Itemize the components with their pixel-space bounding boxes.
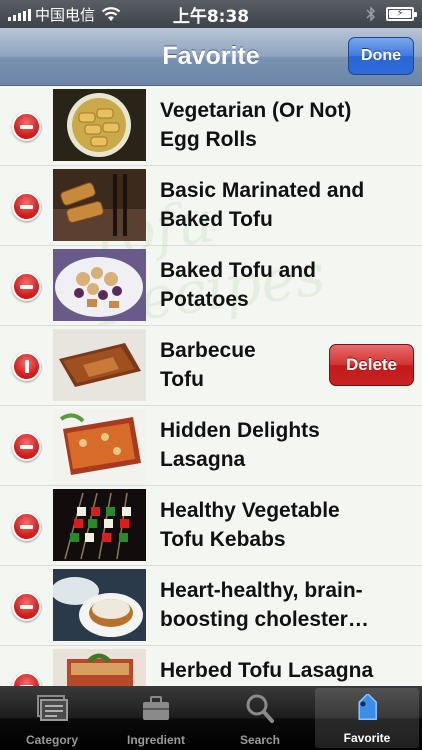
bluetooth-icon [366, 6, 375, 22]
wifi-icon [101, 7, 121, 21]
tab-label: Category [25, 733, 78, 747]
list-item[interactable]: Healthy Vegetable Tofu Kebabs [0, 486, 422, 566]
status-bar: 中国电信 上午8:38 ⚡ [0, 0, 422, 28]
delete-toggle-icon[interactable] [12, 592, 41, 621]
list-item[interactable]: Baked Tofu and Potatoes [0, 246, 422, 326]
delete-toggle-icon[interactable] [12, 112, 41, 141]
list-item[interactable]: Hidden Delights Lasagna [0, 406, 422, 486]
tab-label: Ingredient [126, 733, 185, 747]
tab-ingredient[interactable]: Ingredient [104, 686, 208, 750]
page-title: Favorite [162, 42, 260, 70]
recipe-title: Barbecue Tofu [160, 339, 256, 391]
tab-label: Favorite [343, 731, 391, 745]
tab-bar: Category Ingredient Search Favorite [0, 686, 422, 750]
baked-tofu-thumbnail [53, 169, 146, 241]
recipe-title: Heart-healthy, brain- boosting cholester… [160, 579, 369, 631]
list-item[interactable]: Vegetarian (Or Not) Egg Rolls [0, 86, 422, 166]
recipe-title: Baked Tofu and Potatoes [160, 259, 316, 311]
egg-rolls-thumbnail [53, 89, 146, 161]
briefcase-icon [143, 696, 169, 720]
delete-toggle-icon[interactable] [12, 192, 41, 221]
tofu-potatoes-thumbnail [53, 249, 146, 321]
recipe-title: Herbed Tofu Lasagna With Fresh Herbs [160, 659, 374, 682]
list-item[interactable]: Basic Marinated and Baked Tofu [0, 166, 422, 246]
list-item[interactable]: Heart-healthy, brain- boosting cholester… [0, 566, 422, 646]
delete-button[interactable]: Delete [329, 344, 414, 386]
list-item[interactable]: Barbecue Tofu Delete [0, 326, 422, 406]
category-icon [37, 695, 68, 721]
delete-toggle-icon[interactable] [12, 352, 41, 381]
done-button[interactable]: Done [348, 37, 414, 75]
lasagna-thumbnail [53, 409, 146, 481]
signal-strength-icon [8, 7, 31, 21]
delete-toggle-icon[interactable] [12, 512, 41, 541]
tab-label: Search [239, 733, 281, 747]
cheesecake-thumbnail [53, 569, 146, 641]
delete-toggle-icon[interactable] [12, 672, 41, 686]
barbecue-tofu-thumbnail [53, 329, 146, 401]
tab-favorite[interactable]: Favorite [315, 688, 419, 748]
recipe-title: Hidden Delights Lasagna [160, 419, 320, 471]
tab-search[interactable]: Search [208, 686, 312, 750]
herbed-lasagna-thumbnail [53, 649, 146, 686]
kebabs-thumbnail [53, 489, 146, 561]
list-item[interactable]: Herbed Tofu Lasagna With Fresh Herbs [0, 646, 422, 686]
carrier-name: 中国电信 [35, 5, 96, 24]
recipe-title: Basic Marinated and Baked Tofu [160, 179, 365, 231]
favorite-list[interactable]: Tofu Recipes Vegetarian (Or Not) Egg Rol… [0, 86, 422, 686]
battery-icon: ⚡ [386, 7, 417, 21]
delete-toggle-icon[interactable] [12, 432, 41, 461]
recipe-title: Healthy Vegetable Tofu Kebabs [160, 499, 340, 551]
search-icon [246, 694, 274, 723]
navigation-bar: Favorite Done [0, 28, 422, 86]
tab-category[interactable]: Category [0, 686, 104, 750]
tag-icon [358, 694, 377, 720]
recipe-title: Vegetarian (Or Not) Egg Rolls [160, 99, 352, 151]
delete-toggle-icon[interactable] [12, 272, 41, 301]
